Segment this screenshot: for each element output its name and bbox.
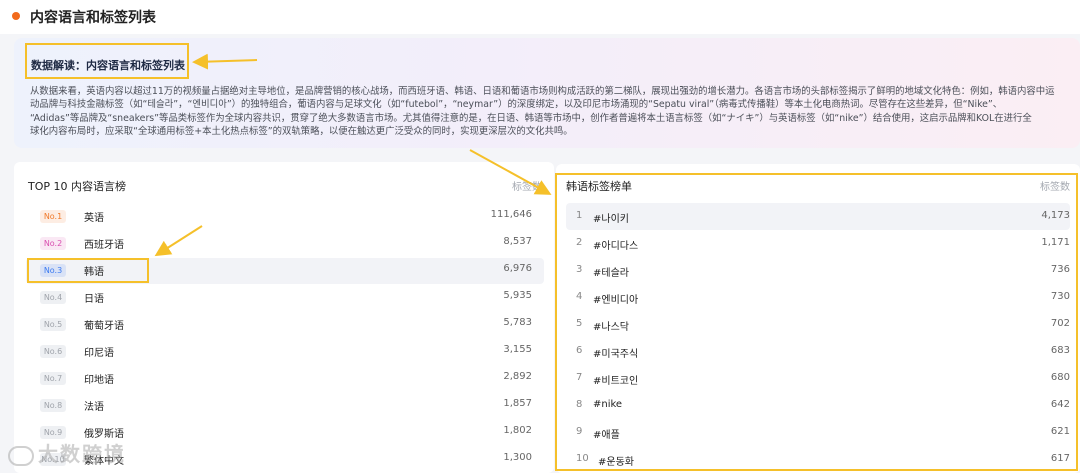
arrow-to-korean-row bbox=[154, 225, 203, 257]
watermark-logo-icon bbox=[8, 445, 34, 466]
arrow-to-insight-title bbox=[192, 53, 258, 70]
arrow-to-korean-panel bbox=[469, 149, 552, 195]
watermark: 大数跨境 bbox=[8, 438, 126, 467]
watermark-text: 大数跨境 bbox=[38, 442, 126, 466]
annotation-arrows bbox=[154, 53, 552, 257]
